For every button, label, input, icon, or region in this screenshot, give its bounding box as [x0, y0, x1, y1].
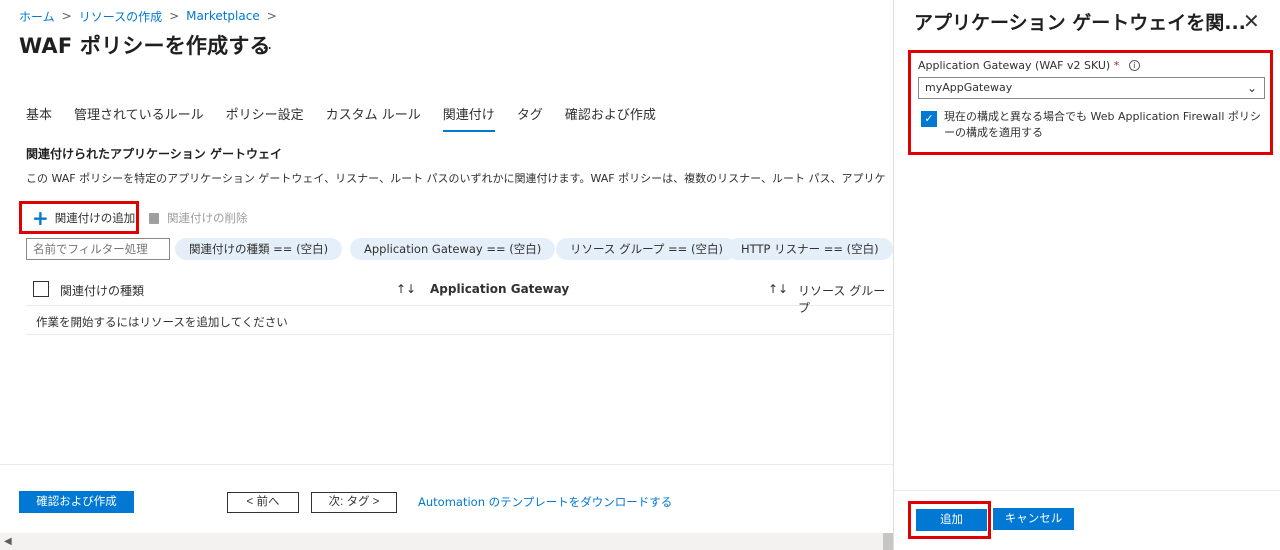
sort-icon[interactable]: ↑↓ [396, 282, 416, 296]
column-header-application-gateway[interactable]: Application Gateway [430, 282, 569, 296]
download-template-link[interactable]: Automation のテンプレートをダウンロードする [418, 494, 672, 510]
tab-basics[interactable]: 基本 [26, 106, 52, 132]
scroll-left-icon[interactable]: ◀ [4, 536, 12, 547]
selected-gateway-value: myAppGateway [925, 81, 1013, 94]
tab-association[interactable]: 関連付け [442, 106, 495, 132]
breadcrumb-separator: > [266, 9, 277, 23]
apply-policy-checkbox[interactable]: ✓ [921, 111, 937, 127]
page-title: WAF ポリシーを作成する [19, 34, 271, 58]
filter-pill-http-listener[interactable]: HTTP リスナー == (空白) [727, 238, 893, 260]
sort-icon[interactable]: ↑↓ [768, 282, 788, 296]
field-label-text: Application Gateway (WAF v2 SKU) [918, 59, 1111, 72]
panel-footer-divider [894, 490, 1280, 491]
breadcrumb-create-resource-link[interactable]: リソースの作成 [79, 8, 162, 25]
create-waf-policy-blade: ホーム > リソースの作成 > Marketplace > WAF ポリシーを作… [0, 0, 893, 550]
close-icon[interactable]: ✕ [1243, 9, 1260, 33]
chevron-down-icon: ⌄ [1246, 81, 1257, 95]
cancel-button[interactable]: キャンセル [993, 508, 1074, 530]
tab-review-create[interactable]: 確認および作成 [565, 106, 656, 132]
tab-managed-rules[interactable]: 管理されているルール [74, 106, 204, 132]
panel-title: アプリケーション ゲートウェイを関... [914, 12, 1246, 34]
horizontal-scrollbar[interactable]: ◀ [0, 533, 893, 550]
next-tags-button[interactable]: 次: タグ > [311, 492, 397, 513]
gateway-form-highlight: Application Gateway (WAF v2 SKU) * i myA… [908, 50, 1273, 155]
plus-icon: + [32, 205, 49, 230]
application-gateway-field-label: Application Gateway (WAF v2 SKU) * i [918, 59, 1140, 72]
breadcrumb: ホーム > リソースの作成 > Marketplace > [19, 8, 284, 24]
required-marker: * [1113, 59, 1120, 72]
tab-policy-settings[interactable]: ポリシー設定 [226, 106, 304, 132]
breadcrumb-separator: > [61, 9, 72, 23]
delete-association-button[interactable]: 関連付けの削除 [149, 210, 248, 226]
empty-state-row: 作業を開始するにはリソースを追加してください [26, 306, 892, 335]
trash-icon [149, 212, 159, 224]
filter-pill-resource-group[interactable]: リソース グループ == (空白) [556, 238, 737, 260]
breadcrumb-separator: > [169, 9, 180, 23]
apply-policy-checkbox-label[interactable]: 現在の構成と異なる場合でも Web Application Firewall ポ… [944, 109, 1264, 141]
scroll-thumb[interactable] [883, 533, 893, 550]
tab-bar: 基本 管理されているルール ポリシー設定 カスタム ルール 関連付け タグ 確認… [26, 106, 678, 132]
column-header-association-type[interactable]: 関連付けの種類 [60, 282, 144, 299]
tab-custom-rules[interactable]: カスタム ルール [326, 106, 421, 132]
section-title: 関連付けられたアプリケーション ゲートウェイ [26, 147, 282, 161]
associate-gateway-panel: アプリケーション ゲートウェイを関... ✕ Application Gatew… [893, 0, 1280, 550]
breadcrumb-home-link[interactable]: ホーム [19, 8, 55, 25]
filter-by-name-input[interactable] [26, 238, 170, 260]
previous-button[interactable]: < 前へ [227, 492, 299, 513]
delete-association-label: 関連付けの削除 [167, 211, 248, 225]
footer-divider [0, 464, 893, 465]
tab-tags[interactable]: タグ [517, 106, 543, 132]
add-association-button[interactable]: + 関連付けの追加 [19, 201, 139, 234]
filter-pill-application-gateway[interactable]: Application Gateway == (空白) [350, 238, 556, 260]
add-association-label: 関連付けの追加 [54, 210, 136, 225]
application-gateway-dropdown[interactable]: myAppGateway ⌄ [918, 77, 1265, 99]
grid-header: 関連付けの種類 ↑↓ Application Gateway ↑↓ リソース グ… [26, 278, 892, 315]
more-options-icon[interactable]: ... [257, 34, 272, 53]
section-description: この WAF ポリシーを特定のアプリケーション ゲートウェイ、リスナー、ルート … [26, 172, 886, 185]
select-all-checkbox[interactable] [33, 281, 49, 297]
filter-pill-association-type[interactable]: 関連付けの種類 == (空白) [175, 238, 343, 260]
review-create-button[interactable]: 確認および作成 [19, 491, 134, 513]
info-icon[interactable]: i [1128, 60, 1140, 71]
breadcrumb-marketplace-link[interactable]: Marketplace [186, 9, 260, 23]
add-button-highlight: 追加 [908, 501, 991, 539]
add-button[interactable]: 追加 [916, 509, 987, 531]
